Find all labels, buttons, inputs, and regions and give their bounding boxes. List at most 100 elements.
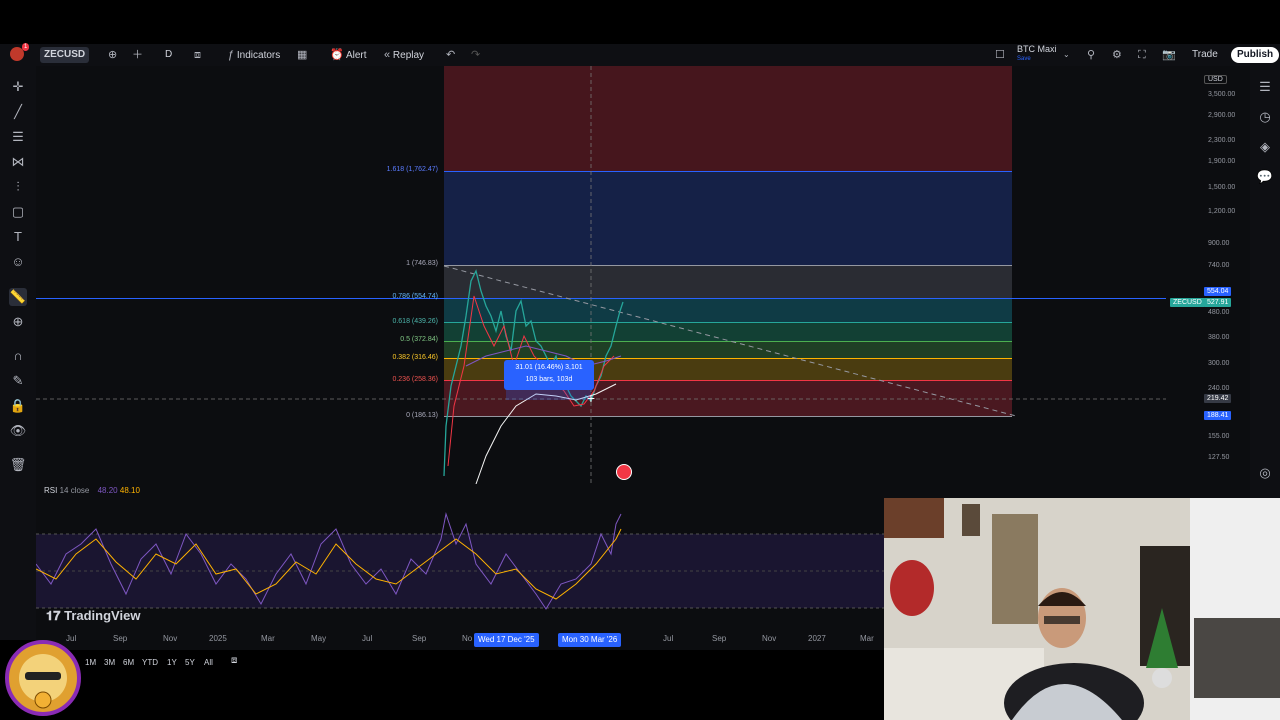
webcam-overlay	[884, 498, 1280, 720]
pattern-icon[interactable]: ⋈	[9, 153, 27, 171]
templates-icon[interactable]: ▦	[297, 47, 307, 63]
chevron-down-icon[interactable]: ⌄	[1063, 47, 1070, 63]
symbol-tag: ZECUSD	[1170, 298, 1205, 307]
price-chart[interactable]: 1.618 (1,762.47) 1 (746.83) 0.786 (554.7…	[36, 66, 1250, 484]
watchlist-icon[interactable]: ☰	[1256, 78, 1274, 96]
time-tick: 2025	[209, 634, 227, 643]
webcam-scene	[884, 498, 1280, 720]
range-ytd[interactable]: YTD	[142, 658, 158, 667]
fib-retracement-icon[interactable]: ☰	[9, 128, 27, 146]
layers-icon[interactable]: ◈	[1256, 138, 1274, 156]
replay-button[interactable]: « Replay	[380, 47, 428, 63]
time-tick: Sep	[113, 634, 128, 643]
time-tick: 2027	[808, 634, 826, 643]
quick-search-icon[interactable]: ⚲	[1087, 47, 1095, 63]
trade-label: Trade	[1192, 49, 1218, 60]
zoom-in-icon[interactable]: ⊕	[9, 313, 27, 331]
publish-button[interactable]: Publish	[1231, 47, 1280, 63]
crosshair-price-tag: 219.42	[1204, 394, 1232, 403]
settings-gear-icon[interactable]: ⚙	[1112, 47, 1122, 63]
symbol-label: ZECUSD	[44, 49, 86, 60]
date-range-calendar-icon[interactable]: ⧈	[231, 655, 237, 666]
time-tick: May	[311, 634, 327, 643]
interval-button[interactable]: D	[161, 47, 176, 63]
publish-label: Publish	[1237, 49, 1274, 60]
eye-icon[interactable]: 👁	[9, 422, 27, 440]
range-all[interactable]: All	[204, 658, 213, 667]
range-3m[interactable]: 3M	[104, 658, 115, 667]
measure-bars: 103 bars, 103d	[525, 376, 573, 383]
price-tick: 155.00	[1208, 433, 1230, 440]
measure-ruler-icon[interactable]: 📏	[9, 288, 27, 306]
rewind-icon: «	[384, 49, 391, 61]
trade-button[interactable]: Trade	[1188, 47, 1222, 63]
price-tick: 2,300.00	[1208, 137, 1236, 144]
trash-icon[interactable]: 🗑	[9, 456, 27, 474]
layout-selector[interactable]: BTC Maxi Save	[1017, 44, 1057, 62]
interval-label: D	[165, 49, 173, 60]
fullscreen-icon[interactable]: ⛶	[1138, 47, 1146, 63]
price-tick: 1,500.00	[1208, 184, 1236, 191]
text-icon[interactable]: T	[9, 228, 27, 246]
upper-price-tag: 554.04	[1204, 287, 1232, 296]
alerts-clock-icon[interactable]: ◷	[1256, 108, 1274, 126]
chat-icon[interactable]: 💬	[1256, 168, 1274, 186]
measure-change: 31.01 (16.46%) 3,101	[515, 364, 583, 371]
top-toolbar: 1 ZECUSD ⊕ ＋ D ⧈ ƒ Indicators ▦ ⏰ Alert …	[0, 43, 1280, 66]
layout-name: BTC Maxi	[1017, 44, 1057, 54]
price-series: +	[36, 66, 1166, 484]
range-1m[interactable]: 1M	[85, 658, 96, 667]
event-flag-icon[interactable]	[616, 464, 632, 480]
range-1y[interactable]: 1Y	[167, 658, 177, 667]
indicators-label: Indicators	[236, 50, 281, 61]
magnet-icon[interactable]: ∩	[9, 347, 27, 365]
compass-icon[interactable]: ◎	[1256, 464, 1274, 482]
watermark-text: TradingView	[64, 608, 141, 623]
price-axis[interactable]: USD 3,500.00 2,900.00 2,300.00 1,900.00 …	[1166, 66, 1250, 484]
lock-icon[interactable]: 🔒	[9, 397, 27, 415]
measure-tooltip: 31.01 (16.46%) 3,101 103 bars, 103d	[504, 360, 594, 390]
undo-icon[interactable]: ↶	[446, 47, 455, 63]
compare-icon[interactable]: ⊕	[108, 47, 117, 63]
price-tick: 480.00	[1208, 309, 1230, 316]
price-tick: 2,900.00	[1208, 112, 1236, 119]
price-tick: 127.50	[1208, 454, 1230, 461]
time-tick: Mar	[261, 634, 275, 643]
layout-icon[interactable]: ☐	[995, 47, 1005, 63]
currency-selector[interactable]: USD	[1204, 75, 1227, 84]
time-tick: Mar	[860, 634, 874, 643]
time-tick: Nov	[163, 634, 178, 643]
price-tick: 240.00	[1208, 385, 1230, 392]
indicators-icon: ƒ	[228, 49, 235, 61]
indicators-button[interactable]: ƒ Indicators	[224, 47, 284, 63]
time-tick: Jul	[362, 634, 373, 643]
candles-type-icon[interactable]: ⧈	[194, 47, 201, 63]
range-6m[interactable]: 6M	[123, 658, 134, 667]
range-bar: 1M 3M 6M YTD 1Y 5Y All ⧈	[0, 650, 880, 676]
tradingview-watermark: 𝟏𝟕 TradingView	[46, 608, 140, 624]
time-tick: No	[462, 634, 473, 643]
prediction-icon[interactable]: ⫶	[9, 178, 27, 196]
rsi-line	[36, 512, 622, 610]
shapes-icon[interactable]: ▢	[9, 203, 27, 221]
crosshair-icon[interactable]: ✛	[9, 78, 27, 96]
tradingview-logo-icon: 𝟏𝟕	[46, 608, 61, 623]
camera-icon[interactable]: 📷	[1162, 47, 1176, 63]
add-symbol-icon[interactable]: ＋	[132, 47, 143, 63]
emoji-icon[interactable]: ☺	[9, 253, 27, 271]
cursor-end-date: Mon 30 Mar '26	[558, 633, 622, 647]
range-5y[interactable]: 5Y	[185, 658, 195, 667]
price-tick: 900.00	[1208, 240, 1230, 247]
price-tick: 740.00	[1208, 262, 1230, 269]
time-tick: Sep	[712, 634, 727, 643]
symbol-search-button[interactable]: ZECUSD	[40, 47, 90, 63]
alarm-clock-icon: ⏰	[330, 49, 344, 61]
cursor-start-date: Wed 17 Dec '25	[474, 633, 539, 647]
alert-button[interactable]: ⏰ Alert	[326, 47, 371, 63]
lower-price-tag: 188.41	[1204, 411, 1232, 420]
trend-line-icon[interactable]: ╱	[9, 103, 27, 121]
stay-drawing-icon[interactable]: ✎	[9, 372, 27, 390]
redo-icon[interactable]: ↷	[471, 47, 480, 63]
user-avatar[interactable]: 1	[10, 43, 30, 63]
time-tick: Nov	[762, 634, 777, 643]
